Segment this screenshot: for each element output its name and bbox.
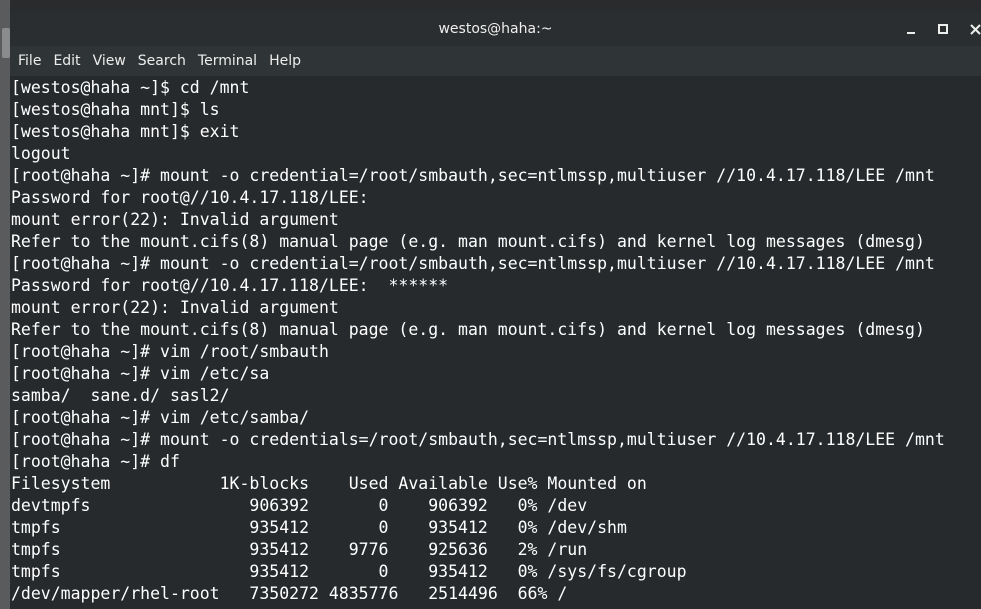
terminal-line: [root@haha ~]# vim /root/smbauth — [11, 342, 329, 361]
menu-help[interactable]: Help — [263, 49, 307, 73]
minimize-button[interactable] — [894, 12, 928, 46]
terminal-line: /dev/mapper/rhel-root 7350272 4835776 25… — [11, 584, 568, 603]
desktop-edge — [0, 0, 10, 609]
terminal-line: samba/ sane.d/ sasl2/ — [11, 386, 230, 405]
terminal-line: [root@haha ~]# mount -o credential=/root… — [11, 254, 935, 273]
menu-bar: File Edit View Search Terminal Help — [10, 46, 981, 76]
terminal-line: logout — [11, 144, 71, 163]
terminal-line: [root@haha ~]# mount -o credential=/root… — [11, 166, 935, 185]
terminal-line: tmpfs 935412 9776 925636 2% /run — [11, 540, 588, 559]
title-bar[interactable]: westos@haha:~ — [10, 12, 981, 46]
terminal-line: tmpfs 935412 0 935412 0% /sys/fs/cgroup — [11, 562, 687, 581]
menu-view[interactable]: View — [87, 49, 132, 73]
terminal-line: [westos@haha mnt]$ ls — [11, 100, 220, 119]
terminal-line: [root@haha ~]# vim /etc/samba/ — [11, 408, 310, 427]
terminal-line: devtmpfs 906392 0 906392 0% /dev — [11, 496, 588, 515]
menu-edit[interactable]: Edit — [47, 49, 86, 73]
terminal-line: tmpfs 935412 0 935412 0% /dev/shm — [11, 518, 627, 537]
terminal-line: Filesystem 1K-blocks Used Available Use%… — [11, 474, 647, 493]
terminal-output[interactable]: [westos@haha ~]$ cd /mnt [westos@haha mn… — [10, 76, 981, 609]
close-button[interactable] — [958, 12, 981, 46]
terminal-line: Refer to the mount.cifs(8) manual page (… — [11, 320, 925, 339]
desktop-background — [0, 0, 981, 12]
terminal-line: Password for root@//10.4.17.118/LEE: ***… — [11, 276, 449, 295]
terminal-window: westos@haha:~ File Edit View Search Term… — [10, 12, 981, 609]
maximize-icon — [938, 24, 948, 34]
terminal-line: mount error(22): Invalid argument — [11, 298, 339, 317]
maximize-button[interactable] — [926, 12, 960, 46]
terminal-line: [root@haha ~]# df — [11, 452, 180, 471]
terminal-lines: [westos@haha ~]$ cd /mnt [westos@haha mn… — [11, 77, 945, 605]
terminal-line: [westos@haha ~]$ cd /mnt — [11, 78, 250, 97]
minimize-icon — [907, 32, 915, 34]
terminal-line: Refer to the mount.cifs(8) manual page (… — [11, 232, 925, 251]
close-icon — [969, 23, 981, 35]
window-title: westos@haha:~ — [438, 21, 553, 37]
terminal-line: [westos@haha mnt]$ exit — [11, 122, 240, 141]
terminal-line: [root@haha ~]# mount -o credentials=/roo… — [11, 430, 945, 449]
menu-search[interactable]: Search — [132, 49, 192, 73]
menu-file[interactable]: File — [12, 49, 47, 73]
terminal-line: [root@haha ~]# vim /etc/sa — [11, 364, 270, 383]
terminal-line: mount error(22): Invalid argument — [11, 210, 339, 229]
terminal-line: Password for root@//10.4.17.118/LEE: — [11, 188, 369, 207]
desktop-widget — [2, 28, 10, 58]
menu-terminal[interactable]: Terminal — [192, 49, 263, 73]
